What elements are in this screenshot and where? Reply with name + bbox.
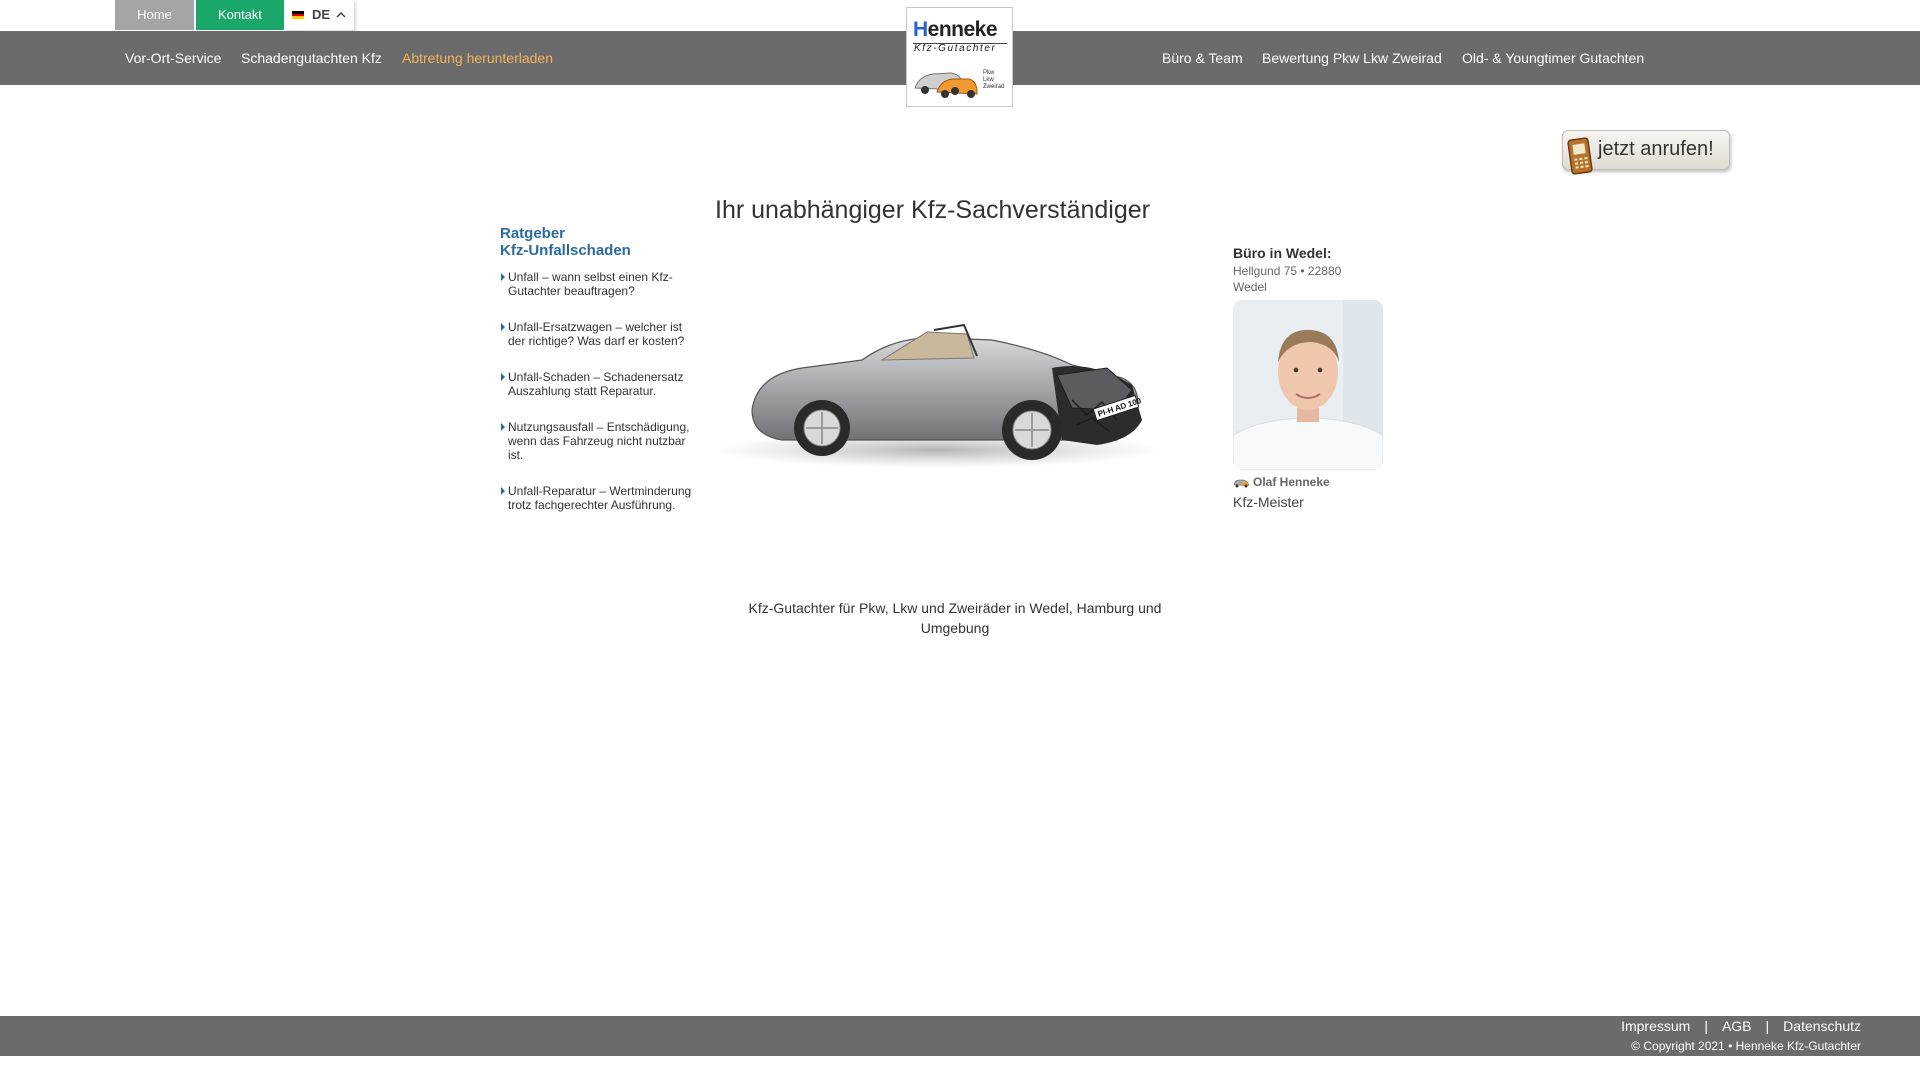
- arrow-bullet-icon: [501, 323, 505, 331]
- damaged-car-image: PI-H AD 100: [712, 323, 1162, 468]
- logo-subtitle: Kfz-Gutachter: [914, 43, 997, 54]
- chevron-up-icon: [336, 11, 346, 18]
- language-selector[interactable]: DE: [284, 0, 354, 30]
- arrow-bullet-icon: [501, 487, 505, 495]
- guide-item[interactable]: Unfall-Ersatzwagen – welcher ist der ric…: [500, 320, 698, 348]
- car-icon: [1233, 479, 1250, 488]
- nav-buero-team[interactable]: Büro & Team: [1162, 31, 1243, 85]
- guide-item[interactable]: Unfall – wann selbst einen Kfz-Gutachter…: [500, 270, 698, 298]
- nav-vor-ort-service[interactable]: Vor-Ort-Service: [125, 31, 221, 85]
- phone-icon: [1567, 137, 1593, 175]
- german-flag-icon: [292, 11, 304, 19]
- footer-separator: |: [1765, 1018, 1770, 1034]
- copyright: © Copyright 2021 • Henneke Kfz-Gutachter: [1631, 1039, 1861, 1053]
- footer-links: Impressum | AGB | Datenschutz: [1621, 1018, 1861, 1034]
- footer-separator: |: [1704, 1018, 1708, 1034]
- guide-item[interactable]: Nutzungsausfall – Entschädigung, wenn da…: [500, 420, 698, 462]
- person-name: Olaf Henneke: [1233, 475, 1330, 489]
- hero-caption: Kfz-Gutachter für Pkw, Lkw und Zweiräder…: [748, 600, 1162, 636]
- office-title: Büro in Wedel:: [1233, 245, 1332, 261]
- arrow-bullet-icon: [501, 423, 505, 431]
- logo-wordmark: Henneke: [913, 18, 998, 41]
- person-role: Kfz-Meister: [1233, 494, 1304, 510]
- nav-oldtimer-gutachten[interactable]: Old- & Youngtimer Gutachten: [1462, 31, 1644, 85]
- home-tab[interactable]: Home: [115, 0, 194, 30]
- office-address: Hellgund 75 • 22880 Wedel: [1233, 264, 1342, 294]
- guide-item[interactable]: Unfall-Reparatur – Wertminderung trotz f…: [500, 484, 698, 512]
- guide-title[interactable]: Ratgeber Kfz-Unfallschaden: [500, 225, 631, 259]
- logo-tags: Pkw Lkw Zweirad: [983, 70, 1005, 90]
- page-title: Ihr unabhängiger Kfz-Sachverständiger: [715, 196, 1150, 224]
- nav-bewertung[interactable]: Bewertung Pkw Lkw Zweirad: [1262, 31, 1442, 85]
- nav-schadengutachten[interactable]: Schadengutachten Kfz: [241, 31, 382, 85]
- portrait-photo: [1233, 300, 1383, 470]
- arrow-bullet-icon: [501, 273, 505, 281]
- footer-link-agb[interactable]: AGB: [1722, 1018, 1752, 1034]
- nav-abtretung-herunterladen[interactable]: Abtretung herunterladen: [402, 31, 553, 85]
- call-now-label: jetzt anrufen!: [1598, 138, 1714, 160]
- footer: Impressum | AGB | Datenschutz © Copyright 20…: [0, 1016, 1920, 1056]
- guide-item[interactable]: Unfall-Schaden – Schadenersatz Auszahlun…: [500, 370, 698, 398]
- contact-tab[interactable]: Kontakt: [196, 0, 284, 30]
- logo-cars-icon: [914, 72, 978, 98]
- footer-link-datenschutz[interactable]: Datenschutz: [1783, 1018, 1861, 1034]
- footer-link-impressum[interactable]: Impressum: [1621, 1018, 1690, 1034]
- call-now-button[interactable]: jetzt anrufen!: [1562, 130, 1730, 175]
- guide-list: Unfall – wann selbst einen Kfz-Gutachter…: [500, 270, 698, 534]
- arrow-bullet-icon: [501, 373, 505, 381]
- language-code: DE: [312, 7, 331, 22]
- company-logo[interactable]: Henneke Kfz-Gutachter Pkw Lkw Zweirad: [906, 7, 1013, 107]
